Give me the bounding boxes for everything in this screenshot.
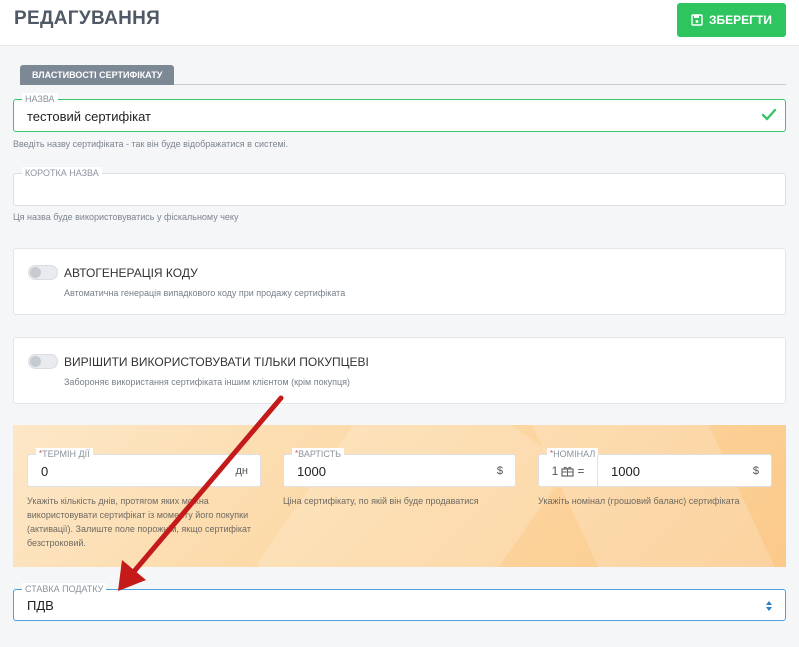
nominal-count: 1 — [551, 463, 559, 478]
buyer-only-desc: Забороняє використання сертифіката іншим… — [64, 377, 351, 387]
nominal-suffix: $ — [752, 465, 759, 477]
name-field-label: НАЗВА — [22, 93, 58, 105]
name-field[interactable]: НАЗВА тестовий сертифікат — [13, 93, 786, 132]
tax-rate-label: СТАВКА ПОДАТКУ — [22, 583, 107, 595]
save-icon — [691, 14, 703, 26]
buyer-only-toggle[interactable] — [28, 354, 58, 369]
check-icon — [761, 108, 777, 121]
term-value: 0 — [41, 464, 49, 479]
term-label-text: ТЕРМІН ДІЇ — [42, 449, 90, 459]
buyer-only-title: ВИРІШИТИ ВИКОРИСТОВУВАТИ ТІЛЬКИ ПОКУПЦЕВ… — [64, 355, 369, 369]
autogen-toggle[interactable] — [28, 265, 58, 280]
autogen-card: АВТОГЕНЕРАЦІЯ КОДУ Автоматична генерація… — [13, 248, 786, 315]
tab-certificate-properties[interactable]: ВЛАСТИВОСТІ СЕРТИФІКАТУ — [20, 65, 175, 85]
header-bar: РЕДАГУВАННЯ ЗБЕРЕГТИ — [0, 0, 799, 46]
price-label: *ВАРТІСТЬ — [292, 448, 345, 460]
toggle-knob — [30, 356, 41, 367]
tax-rate-value: ПДВ — [27, 598, 54, 613]
short-name-help: Ця назва буде використовуватись у фіскал… — [13, 212, 239, 222]
term-field[interactable]: *ТЕРМІН ДІЇ 0 дн — [27, 448, 261, 487]
pricing-panel: *ТЕРМІН ДІЇ 0 дн Укажіть кількість днів,… — [13, 425, 786, 567]
page-title: РЕДАГУВАННЯ — [14, 8, 161, 29]
term-label: *ТЕРМІН ДІЇ — [36, 448, 93, 460]
select-sort-icon — [766, 601, 772, 611]
gift-icon — [561, 466, 574, 477]
toggle-knob — [30, 267, 41, 278]
nominal-prefix: 1 = — [539, 455, 598, 486]
price-field[interactable]: *ВАРТІСТЬ 1000 $ — [283, 448, 516, 487]
term-suffix: дн — [235, 465, 249, 477]
price-label-text: ВАРТІСТЬ — [298, 449, 342, 459]
name-help: Введіть назву сертифіката - так він буде… — [13, 139, 289, 149]
main-content: ВЛАСТИВОСТІ СЕРТИФІКАТУ НАЗВА тестовий с… — [0, 46, 799, 647]
tab-bar: ВЛАСТИВОСТІ СЕРТИФІКАТУ — [20, 65, 786, 85]
tax-rate-select[interactable]: СТАВКА ПОДАТКУ ПДВ — [13, 583, 786, 621]
short-name-field[interactable]: КОРОТКА НАЗВА — [13, 167, 786, 206]
price-help: Ціна сертифікату, по якій він буде прода… — [283, 496, 479, 506]
nominal-value: 1000 — [611, 464, 640, 479]
short-name-label: КОРОТКА НАЗВА — [22, 167, 102, 179]
nominal-help: Укажіть номінал (грошовий баланс) сертиф… — [538, 496, 740, 506]
name-field-value: тестовий сертифікат — [27, 109, 151, 124]
autogen-title: АВТОГЕНЕРАЦІЯ КОДУ — [64, 266, 198, 280]
nominal-equals: = — [577, 463, 585, 478]
autogen-desc: Автоматична генерація випадкового коду п… — [64, 288, 346, 298]
price-suffix: $ — [496, 465, 503, 477]
term-help: Укажіть кількість днів, протягом яких мо… — [27, 496, 251, 548]
price-value: 1000 — [297, 464, 326, 479]
nominal-field[interactable]: *НОМІНАЛ 1 = 1000 $ — [538, 448, 772, 487]
save-button-label: ЗБЕРЕГТИ — [709, 13, 772, 27]
save-button[interactable]: ЗБЕРЕГТИ — [677, 3, 786, 37]
buyer-only-card: ВИРІШИТИ ВИКОРИСТОВУВАТИ ТІЛЬКИ ПОКУПЦЕВ… — [13, 337, 786, 404]
